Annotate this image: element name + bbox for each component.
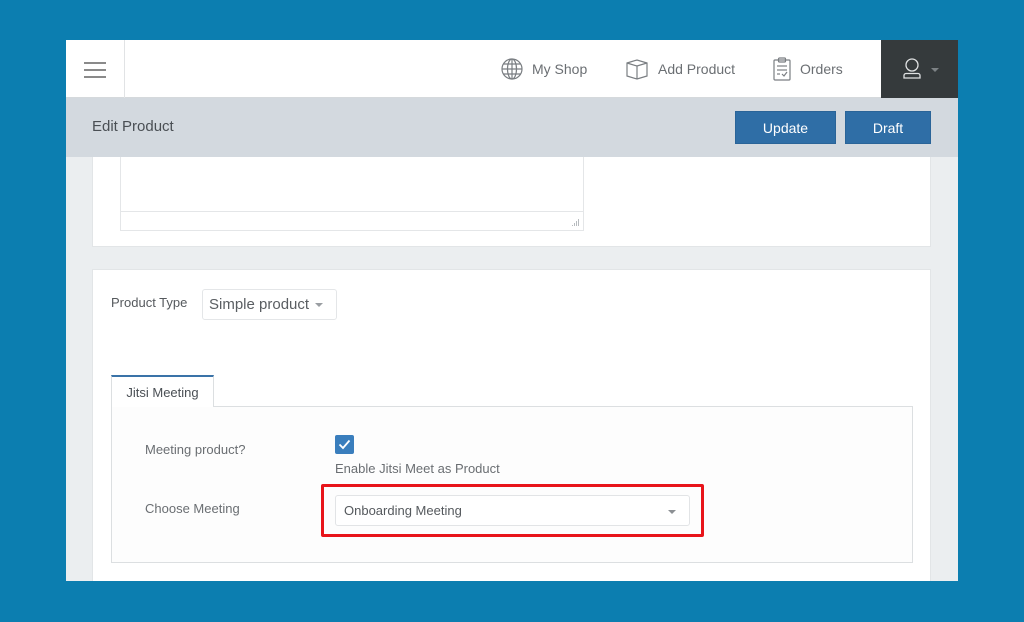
description-panel	[92, 157, 931, 247]
meeting-product-checkbox[interactable]	[335, 435, 354, 454]
enable-jitsi-description: Enable Jitsi Meet as Product	[335, 461, 500, 476]
chevron-down-icon	[315, 302, 324, 307]
user-icon	[902, 58, 921, 79]
chevron-down-icon	[668, 510, 676, 514]
box-icon	[626, 59, 648, 80]
app-window: My Shop Add Product Orders Edit Product …	[66, 40, 958, 581]
draft-button[interactable]: Draft	[845, 111, 931, 144]
editor-status-bar	[121, 211, 583, 230]
product-type-label: Product Type	[111, 295, 188, 310]
nav-add-product[interactable]: Add Product	[624, 40, 735, 98]
product-type-value: Simple product	[209, 296, 310, 313]
tab-jitsi-meeting[interactable]: Jitsi Meeting	[111, 375, 214, 407]
top-navbar: My Shop Add Product Orders	[66, 40, 958, 98]
product-data-panel: Product Type Simple product Jitsi Meetin…	[92, 269, 931, 581]
nav-add-product-label: Add Product	[658, 61, 736, 77]
meeting-product-label: Meeting product?	[145, 442, 246, 457]
update-button[interactable]: Update	[735, 111, 836, 144]
description-editor[interactable]	[120, 157, 584, 231]
resize-handle-icon[interactable]	[571, 218, 580, 227]
clipboard-icon	[773, 57, 791, 81]
user-menu-button[interactable]	[881, 40, 958, 98]
choose-meeting-value: Onboarding Meeting	[344, 503, 462, 518]
choose-meeting-select[interactable]: Onboarding Meeting	[335, 495, 690, 526]
hamburger-icon	[84, 61, 106, 78]
nav-orders-label: Orders	[800, 61, 843, 77]
jitsi-meeting-tab-panel: Meeting product? Enable Jitsi Meet as Pr…	[111, 406, 913, 563]
checkmark-icon	[338, 439, 351, 450]
menu-toggle-button[interactable]	[66, 40, 125, 98]
chevron-down-icon	[930, 68, 939, 72]
nav-my-shop-label: My Shop	[532, 61, 588, 77]
globe-icon	[501, 58, 523, 80]
nav-orders[interactable]: Orders	[772, 40, 843, 98]
nav-my-shop[interactable]: My Shop	[500, 40, 587, 98]
choose-meeting-label: Choose Meeting	[145, 501, 240, 516]
page-header: Edit Product Update Draft	[66, 98, 958, 157]
page-title: Edit Product	[92, 118, 174, 135]
product-type-select[interactable]: Simple product	[202, 289, 337, 320]
